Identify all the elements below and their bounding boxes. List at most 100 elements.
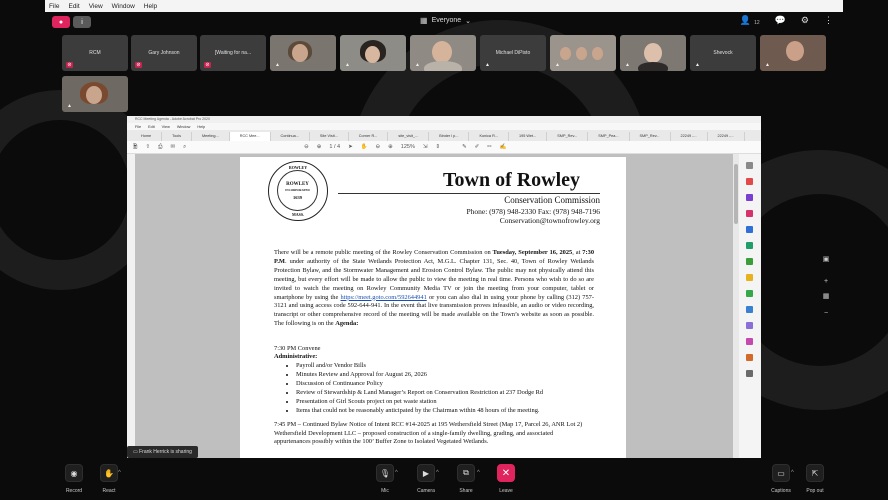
audience-selector[interactable]: ▦ Everyone ⌄ [420, 16, 471, 25]
tab-document[interactable]: 195 Wet... [509, 132, 548, 141]
tab-document[interactable]: 22249 -... [708, 132, 745, 141]
chevron-up-icon[interactable]: ^ [477, 470, 480, 476]
fit-icon[interactable]: ⇲ [423, 144, 428, 150]
chevron-up-icon[interactable]: ^ [791, 470, 794, 476]
redact-icon[interactable] [746, 338, 753, 345]
react-button[interactable]: ✋ React [97, 464, 121, 494]
acrobat-menu-window[interactable]: Window [177, 125, 191, 129]
participant-video-tile[interactable]: ▲ [340, 35, 406, 71]
menu-file[interactable]: File [49, 3, 59, 10]
mail-icon[interactable]: ✉ [170, 144, 175, 150]
participant-video-tile[interactable]: ▲ [620, 35, 686, 71]
draw-icon[interactable]: ✏ [487, 144, 492, 150]
meeting-link[interactable]: https://meet.goto.com/592644941 [341, 294, 427, 301]
menu-edit[interactable]: Edit [68, 3, 79, 10]
info-icon[interactable]: i [73, 16, 91, 28]
fill-sign-icon[interactable] [746, 258, 753, 265]
print-icon[interactable]: ⎙ [158, 144, 162, 151]
participants-icon[interactable]: 👤 [740, 15, 751, 26]
search-icon[interactable]: ⌕ [183, 144, 186, 151]
tab-tools[interactable]: Tools [162, 132, 193, 141]
stamp-icon[interactable] [746, 290, 753, 297]
edit-pdf-icon[interactable] [746, 210, 753, 217]
tab-document-active[interactable]: RCC Mee... [229, 132, 271, 141]
popout-button[interactable]: ⇱ Pop out [802, 464, 828, 494]
organize-icon[interactable] [746, 194, 753, 201]
camera-button[interactable]: ▶ Camera [412, 464, 440, 494]
viewer-mode-icon[interactable]: ▣ [818, 253, 834, 267]
fit-share-icon[interactable]: ▦ [818, 290, 834, 304]
tab-document[interactable]: SMP_Pea... [588, 132, 630, 141]
acrobat-menu-file[interactable]: File [135, 125, 141, 129]
upload-icon[interactable]: ⇧ [145, 144, 150, 150]
participant-tile[interactable]: Gary Johnson ⊘ [131, 35, 197, 71]
chevron-up-icon[interactable]: ^ [118, 470, 121, 476]
captions-button[interactable]: ▭ Captions [766, 464, 796, 494]
menu-window[interactable]: Window [112, 3, 135, 10]
pdf-page: ROWLEY ROWLEY INCORPORATED 1639 MASS. To… [240, 157, 626, 458]
scroll-thumb[interactable] [734, 164, 738, 224]
chevron-up-icon[interactable]: ^ [395, 470, 398, 476]
participant-video-tile[interactable]: ▲ [410, 35, 476, 71]
record-indicator-icon[interactable]: ● [52, 16, 70, 28]
tab-document[interactable]: SMP_Rev... [547, 132, 589, 141]
participant-tile[interactable]: RCM ⊘ [62, 35, 128, 71]
settings-icon[interactable]: ⚙ [801, 15, 809, 26]
page-indicator[interactable]: 1 / 4 [329, 144, 340, 150]
compress-icon[interactable] [746, 354, 753, 361]
participant-video-tile[interactable]: ▲ [550, 35, 616, 71]
pdf-export-icon[interactable] [746, 178, 753, 185]
tab-document[interactable]: SMP_Rev... [630, 132, 671, 141]
participant-tile[interactable]: Shevock ▲ [690, 35, 756, 71]
tab-document[interactable]: Site Visit... [310, 132, 349, 141]
next-page-icon[interactable]: ⊕ [317, 144, 322, 150]
tab-document[interactable]: Corner R... [349, 132, 389, 141]
participant-tile[interactable]: [Waiting for na... ⊘ [200, 35, 266, 71]
tab-document[interactable]: Continua... [271, 132, 310, 141]
chevron-up-icon[interactable]: ^ [436, 470, 439, 476]
participant-video-tile[interactable]: ▲ [270, 35, 336, 71]
zoom-out-icon[interactable]: ⊖ [376, 144, 381, 150]
zoom-icon[interactable] [746, 162, 753, 169]
mic-button[interactable]: 🎙 Mic [373, 464, 397, 494]
tab-document[interactable]: Binder l p... [429, 132, 470, 141]
more-tools-icon[interactable] [746, 370, 753, 377]
chat-icon[interactable]: 💬 [775, 15, 786, 26]
participant-video-tile[interactable]: ▲ [62, 76, 128, 112]
tab-home[interactable]: Home [131, 132, 163, 141]
zoom-in-icon[interactable]: ⊕ [388, 144, 393, 150]
menu-view[interactable]: View [89, 3, 103, 10]
highlight-icon[interactable]: ✐ [475, 144, 480, 150]
participant-tile[interactable]: Michael DiPisto ▲ [480, 35, 546, 71]
seal-text: ROWLEY [286, 182, 309, 187]
zoom-in-share-icon[interactable]: + [818, 275, 834, 289]
menu-help[interactable]: Help [144, 3, 157, 10]
participant-video-tile[interactable]: ▲ [760, 35, 826, 71]
comment-icon[interactable]: ✎ [462, 144, 467, 150]
protect-icon[interactable] [746, 322, 753, 329]
leave-button[interactable]: ✕ Leave [494, 464, 518, 494]
acrobat-menu-view[interactable]: View [162, 125, 170, 129]
select-tool-icon[interactable]: ➤ [348, 144, 353, 150]
share-button[interactable]: ⧉ Share [454, 464, 478, 494]
zoom-out-share-icon[interactable]: − [818, 307, 834, 321]
measure-icon[interactable] [746, 306, 753, 313]
combine-icon[interactable] [746, 242, 753, 249]
more-icon[interactable]: ⋮ [824, 15, 833, 26]
save-icon[interactable]: 🗎 [133, 143, 137, 152]
tab-document[interactable]: Konica R... [469, 132, 510, 141]
acrobat-menu-help[interactable]: Help [197, 125, 205, 129]
sign-icon[interactable]: ✍ [500, 144, 507, 150]
create-pdf-icon[interactable] [746, 226, 753, 233]
tab-document[interactable]: site_visit_... [388, 132, 430, 141]
tab-document[interactable]: 22249 -... [671, 132, 708, 141]
acrobat-menu-edit[interactable]: Edit [148, 125, 155, 129]
tab-document[interactable]: Meeting... [192, 132, 230, 141]
left-panel [127, 154, 135, 458]
scroll-mode-icon[interactable]: ⇕ [435, 144, 440, 150]
hand-tool-icon[interactable]: ✋ [361, 144, 368, 150]
record-button[interactable]: ◉ Record [62, 464, 86, 494]
prev-page-icon[interactable]: ⊖ [304, 144, 309, 150]
zoom-level[interactable]: 125% [401, 144, 415, 150]
comment-tool-icon[interactable] [746, 274, 753, 281]
